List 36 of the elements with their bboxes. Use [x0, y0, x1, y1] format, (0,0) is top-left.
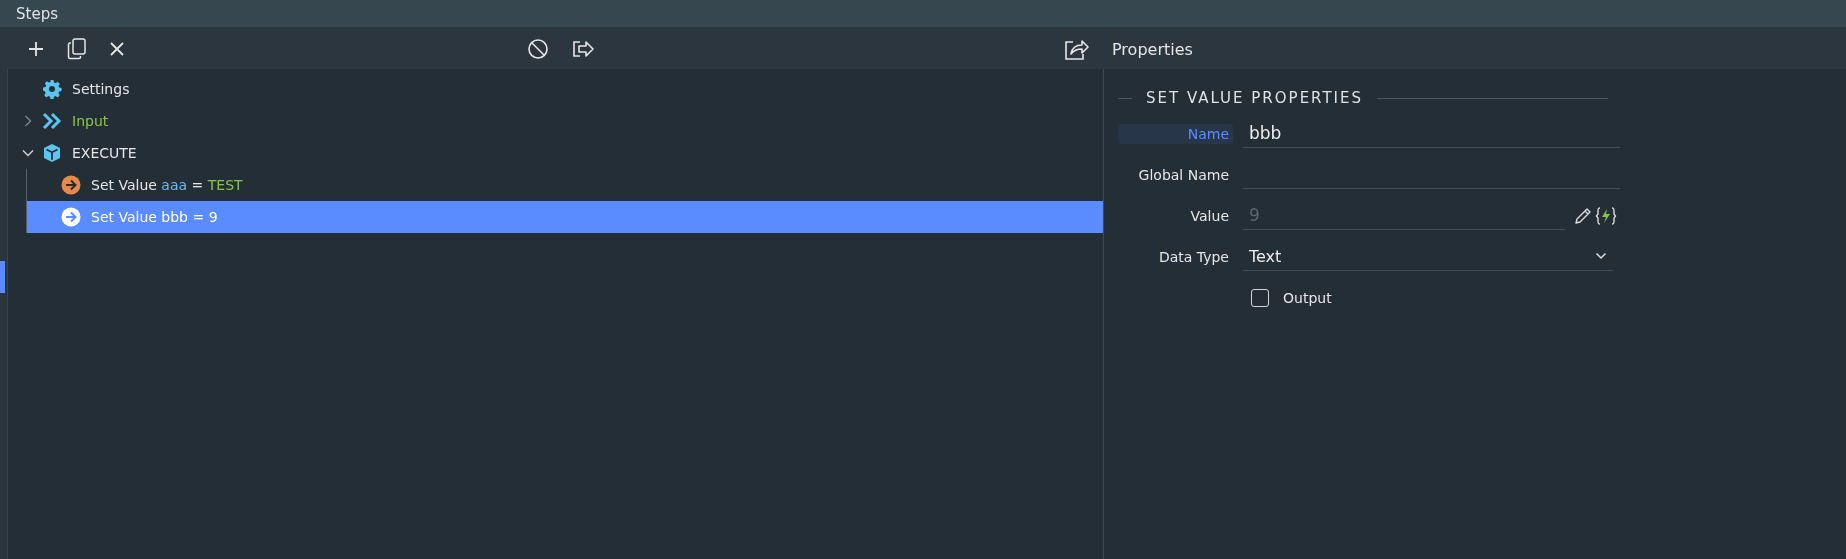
- step-label: Set Value bbb = 9: [91, 209, 218, 225]
- expression-icon[interactable]: [1595, 205, 1617, 226]
- tree-item[interactable]: Set Value aaa = TEST: [27, 169, 1103, 201]
- share-icon: [1063, 37, 1089, 61]
- field-label: Name: [1118, 123, 1233, 144]
- tree-label: Settings: [72, 81, 130, 97]
- section-title: SET VALUE PROPERTIES: [1146, 89, 1364, 107]
- chevron-down-icon: [1595, 252, 1607, 260]
- field-label: Data Type: [1157, 247, 1230, 267]
- copy-icon: [67, 38, 87, 60]
- panel-title: Steps: [16, 4, 58, 23]
- double-chevron-icon: [42, 112, 62, 130]
- chevron-right-icon[interactable]: [22, 115, 34, 127]
- tree-item[interactable]: Settings: [8, 73, 1103, 105]
- field-label: Value: [1189, 206, 1230, 226]
- field-label: Global Name: [1137, 165, 1230, 185]
- step-label: Set Value aaa = TEST: [91, 177, 243, 193]
- tree-label: Input: [72, 113, 109, 129]
- arrow-circle-icon: [61, 175, 81, 195]
- tree-item[interactable]: Input: [8, 105, 1103, 137]
- value-field[interactable]: 9: [1243, 201, 1565, 230]
- text-field[interactable]: bbb: [1243, 119, 1620, 148]
- prohibited-icon: [527, 38, 549, 60]
- plus-icon: [27, 40, 45, 58]
- tree-item[interactable]: EXECUTE: [8, 137, 1103, 169]
- tree-label: EXECUTE: [72, 145, 137, 161]
- close-icon: [109, 41, 125, 57]
- arrow-circle-icon: [61, 207, 81, 227]
- chevron-down-icon[interactable]: [22, 147, 34, 159]
- cube-icon: [42, 143, 62, 163]
- exit-arrow-icon: [571, 39, 595, 59]
- gear-icon: [42, 79, 62, 99]
- data-type-dropdown[interactable]: Text: [1243, 242, 1613, 271]
- checkbox-label: Output: [1283, 289, 1332, 306]
- properties-title: Properties: [1112, 39, 1193, 59]
- output-checkbox[interactable]: [1251, 288, 1269, 307]
